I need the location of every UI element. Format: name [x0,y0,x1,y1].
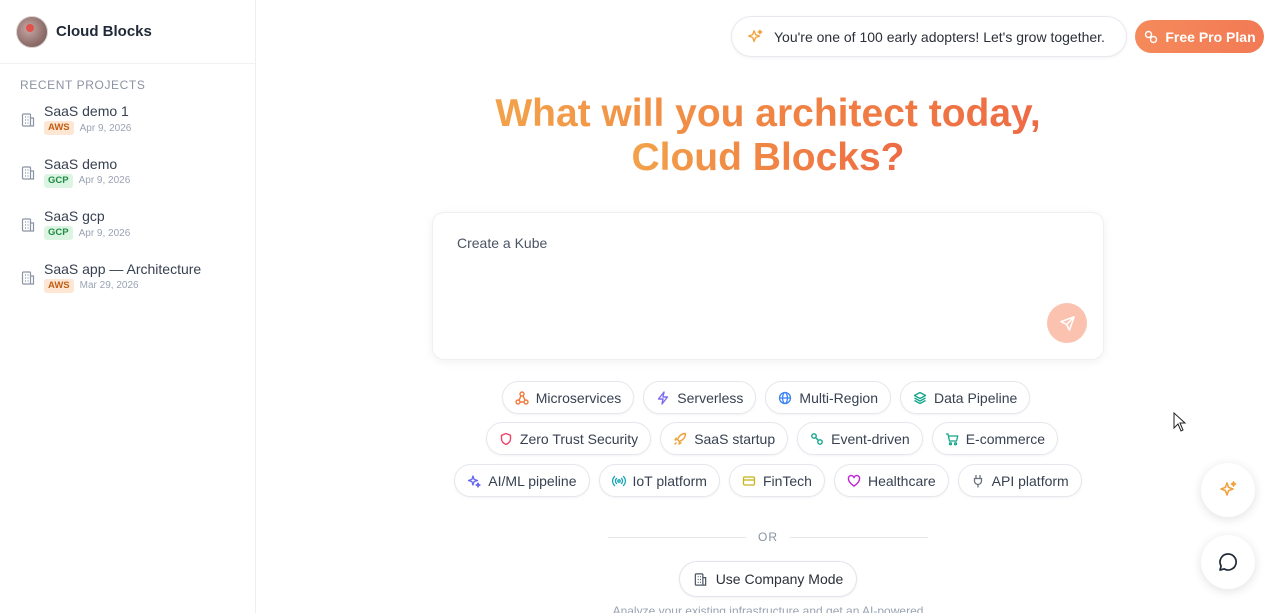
project-date: Apr 9, 2026 [78,175,131,186]
chip-saas-startup[interactable]: SaaS startup [660,422,789,455]
project-list: SaaS demo 1 AWS Apr 9, 2026 SaaS demo GC… [0,102,255,312]
cart-icon [945,432,959,445]
provider-badge: AWS [44,278,74,293]
provider-badge: GCP [44,226,73,240]
network-icon [515,390,529,405]
project-item[interactable]: SaaS app — Architecture AWS Mar 29, 2026 [0,260,255,313]
rocket-icon [674,432,687,445]
plug-icon [973,474,982,488]
project-item[interactable]: SaaS demo 1 AWS Apr 9, 2026 [0,102,255,155]
chat-button[interactable] [1201,535,1255,589]
chip-data-pipeline[interactable]: Data Pipeline [900,381,1031,414]
prompt-input[interactable] [457,235,1057,251]
project-item[interactable]: SaaS demo GCP Apr 9, 2026 [0,155,255,208]
signal-icon [611,475,626,486]
use-company-mode-button[interactable]: Use Company Mode [679,561,857,597]
chip-fintech[interactable]: FinTech [728,464,825,497]
prompt-box [432,212,1104,360]
mouse-cursor-icon [1173,412,1187,432]
company-mode-caption: Analyze your existing infrastructure and… [612,604,924,613]
free-pro-plan-button[interactable]: Free Pro Plan [1135,20,1264,53]
hero-title-line-1: What will you architect today, [495,92,1041,135]
suggestion-row: Microservices Serverless Multi-Region Da… [254,381,1278,414]
early-adopter-banner: You're one of 100 early adopters! Let's … [731,16,1127,57]
project-name: SaaS gcp [44,208,105,224]
provider-badge: GCP [44,173,73,188]
or-divider: OR [608,529,928,545]
bolt-icon [658,390,669,405]
send-button[interactable] [1047,303,1087,343]
hero-title-line-2: Cloud Blocks? [631,136,905,179]
brand-header[interactable]: Cloud Blocks [0,0,255,64]
heart-icon [847,474,861,487]
layers-icon [913,391,927,404]
project-item[interactable]: SaaS gcp GCP Apr 9, 2026 [0,207,255,260]
sparkle-icon [468,474,481,488]
suggestion-row: Zero Trust Security SaaS startup Event-d… [260,422,1280,455]
project-date: Apr 9, 2026 [79,122,132,134]
provider-badge: AWS [44,121,74,135]
building-icon [21,165,35,180]
project-name: SaaS demo [44,155,118,172]
building-icon [21,113,35,127]
chip-api-platform[interactable]: API platform [957,464,1082,497]
sparkle-icon [1220,481,1237,496]
chip-ai-ml-pipeline[interactable]: AI/ML pipeline [454,464,590,497]
globe-icon [779,391,792,404]
building-icon [694,572,706,586]
chip-multi-region[interactable]: Multi-Region [765,381,892,414]
recent-projects-heading: RECENT PROJECTS [20,78,146,92]
send-icon [1059,315,1075,331]
chat-bubble-icon [1219,553,1237,571]
use-company-mode-label: Use Company Mode [715,571,844,587]
project-name: SaaS app — Architecture [44,260,202,277]
brand-avatar [16,15,48,48]
ai-assistant-button[interactable] [1201,463,1255,517]
announcement-text: You're one of 100 early adopters! Let's … [774,28,1105,45]
chip-e-commerce[interactable]: E-commerce [931,422,1059,455]
or-text: OR [758,530,778,544]
suggestion-row: AI/ML pipeline IoT platform FinTech Heal… [256,464,1280,497]
chip-event-driven[interactable]: Event-driven [797,422,923,455]
sparkle-icon [748,29,763,42]
brand-name: Cloud Blocks [56,23,152,40]
project-date: Mar 29, 2026 [79,280,139,291]
building-icon [21,270,35,285]
chip-serverless[interactable]: Serverless [643,381,757,414]
link-icon [811,432,824,445]
chip-iot-platform[interactable]: IoT platform [598,464,720,497]
chip-healthcare[interactable]: Healthcare [833,464,949,497]
gift-icon [1145,30,1158,43]
shield-icon [500,432,512,445]
project-name: SaaS demo 1 [44,103,129,119]
chip-microservices[interactable]: Microservices [501,381,635,414]
chip-zero-trust-security[interactable]: Zero Trust Security [485,422,652,455]
project-date: Apr 9, 2026 [78,227,131,239]
card-icon [742,475,756,486]
sidebar: Cloud Blocks RECENT PROJECTS SaaS demo 1… [0,0,256,613]
building-icon [21,218,35,232]
free-pro-plan-label: Free Pro Plan [1165,28,1256,45]
